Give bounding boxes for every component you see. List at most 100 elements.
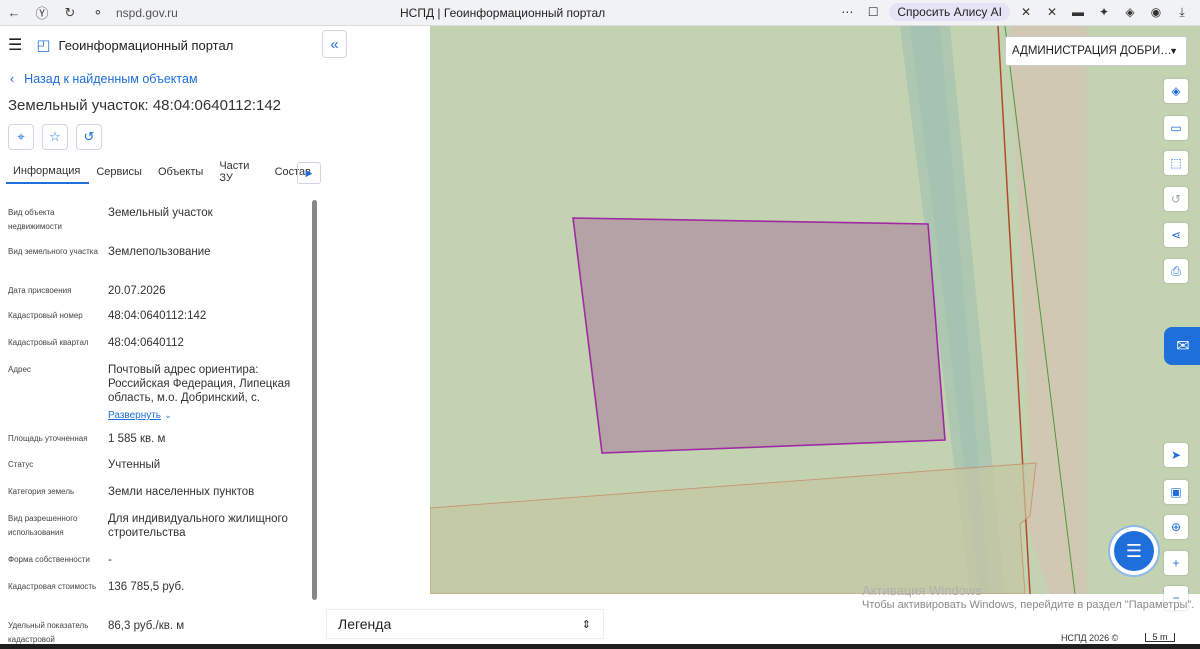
map-footer: НСПД 2026 © xyxy=(1061,633,1119,643)
puzzle-icon[interactable]: ✦ xyxy=(1094,5,1114,19)
select-area-button[interactable]: ⬚ xyxy=(1164,151,1188,175)
feedback-button[interactable]: ✉ xyxy=(1164,327,1200,365)
chat-button[interactable]: ☰ xyxy=(1114,531,1154,571)
property-value: 48:04:0640112:142 xyxy=(108,310,207,322)
property-label: Адрес xyxy=(8,365,31,374)
property-label: Удельный показатель кадастровой xyxy=(8,621,89,644)
download-icon[interactable]: ⤓ xyxy=(1172,5,1192,20)
property-value: Землепользование xyxy=(108,246,211,258)
menu-icon[interactable]: ☰ xyxy=(8,35,22,55)
tabs-next-button[interactable]: ▶ xyxy=(297,162,321,184)
property-value: Земли населенных пунктов xyxy=(108,486,255,498)
property-value: 1 585 кв. м xyxy=(108,433,166,445)
app-header: ☰ ◰ Геоинформационный портал xyxy=(0,26,320,64)
property-label: Кадастровый квартал xyxy=(8,338,89,347)
extension-icon[interactable]: ✕ xyxy=(1016,5,1036,19)
message-icon: ✉ xyxy=(1176,338,1190,355)
alice-button[interactable]: Спросить Алису AI xyxy=(889,3,1010,21)
property-label: Категория земель xyxy=(8,487,75,496)
print-button[interactable]: ⎙ xyxy=(1164,259,1188,283)
object-title: Земельный участок: 48:04:0640112:142 xyxy=(8,97,282,114)
tab-objects[interactable]: Объекты xyxy=(151,160,212,184)
history-icon: ↺ xyxy=(1170,192,1182,206)
favorite-button[interactable]: ☆ xyxy=(42,124,68,150)
navigation-arrow-icon: ➤ xyxy=(1170,448,1182,462)
property-value: 86,3 руб./кв. м xyxy=(108,620,185,632)
property-value: 136 785,5 руб. xyxy=(108,581,185,593)
selected-parcel xyxy=(572,217,946,454)
history-map-button[interactable]: ↺ xyxy=(1164,187,1188,211)
bookmark-icon[interactable]: ☐ xyxy=(863,5,883,19)
lower-parcel xyxy=(430,462,1037,594)
locate-button[interactable]: ➤ xyxy=(1164,443,1188,467)
chevron-right-icon: ▶ xyxy=(305,167,313,178)
property-label: Вид земельного участка xyxy=(8,247,98,256)
property-value: Для индивидуального жилищного строительс… xyxy=(108,513,288,539)
back-arrow-icon[interactable]: ← xyxy=(0,5,28,20)
admin-select[interactable]: АДМИНИСТРАЦИЯ ДОБРИ… ▼ xyxy=(1005,36,1187,66)
property-label: Вид разрешенного использования xyxy=(8,514,78,537)
map-canvas[interactable] xyxy=(430,26,1200,594)
property-label: Статус xyxy=(8,460,34,469)
property-label: Вид объекта недвижимости xyxy=(8,208,62,231)
reload-icon[interactable]: ↻ xyxy=(56,5,84,21)
chevron-down-icon: ⌄ xyxy=(164,410,172,420)
star-icon: ☆ xyxy=(49,129,61,144)
back-link[interactable]: ‹ Назад к найденным объектам xyxy=(10,72,320,86)
object-tabs: Информация Сервисы Объекты Части ЗУ Сост… xyxy=(6,160,321,184)
basemap-button[interactable]: ▣ xyxy=(1164,480,1188,504)
chat-icon: ☰ xyxy=(1125,540,1143,561)
select-icon: ⬚ xyxy=(1170,156,1182,170)
admin-select-value: АДМИНИСТРАЦИЯ ДОБРИ… xyxy=(1012,45,1172,57)
portal-logo-icon: ◰ xyxy=(36,37,51,54)
url-bar[interactable]: nspd.gov.ru xyxy=(116,6,416,20)
legend-label: Легенда xyxy=(338,616,392,632)
more-icon[interactable]: ⋯ xyxy=(837,5,857,19)
extension-icon[interactable]: ◉ xyxy=(1146,5,1166,19)
layers-button[interactable]: ◈ xyxy=(1164,79,1188,103)
extension-icon[interactable]: ✕ xyxy=(1042,5,1062,19)
tab-services[interactable]: Сервисы xyxy=(89,160,151,184)
zoom-in-button[interactable]: + xyxy=(1164,551,1188,575)
tab-information[interactable]: Информация xyxy=(6,160,90,184)
find-on-map-button[interactable]: ⌖ xyxy=(8,124,34,150)
double-chevron-left-icon: « xyxy=(330,35,339,53)
windows-activation-text: Чтобы активировать Windows, перейдите в … xyxy=(862,599,1195,611)
property-value: - xyxy=(108,554,112,566)
printer-icon: ⎙ xyxy=(1171,263,1181,278)
property-label: Кадастровый номер xyxy=(8,311,83,320)
extension-icon[interactable]: ▬ xyxy=(1068,5,1088,19)
browser-tab-title: НСПД | Геоинформационный портал xyxy=(400,6,606,20)
back-link-label: Назад к найденным объектам xyxy=(24,72,198,86)
legend-panel[interactable]: Легенда ⇕ xyxy=(326,609,604,639)
history-icon: ↺ xyxy=(83,129,95,144)
expand-link[interactable]: Развернуть xyxy=(108,410,161,421)
property-value: Земельный участок xyxy=(108,207,213,219)
measure-button[interactable]: ▭ xyxy=(1164,116,1188,140)
sidebar-scrollbar[interactable] xyxy=(312,200,317,600)
collapse-sidebar-button[interactable]: « xyxy=(322,30,347,58)
basemap-icon: ▣ xyxy=(1170,485,1182,499)
map-search-button[interactable]: ⊕ xyxy=(1164,515,1188,539)
expand-collapse-icon: ⇕ xyxy=(581,618,591,631)
property-label: Дата присвоения xyxy=(8,286,72,295)
property-label: Форма собственности xyxy=(8,555,90,564)
history-button[interactable]: ↺ xyxy=(76,124,102,150)
tab-parts[interactable]: Части ЗУ xyxy=(212,160,267,184)
browser-right-tools: ⋯ ☐ Спросить Алису AI ✕ ✕ ▬ ✦ ◈ ◉ ⤓ xyxy=(837,3,1192,21)
extension-icon[interactable]: ◈ xyxy=(1120,5,1140,19)
ruler-icon: ▭ xyxy=(1170,121,1182,135)
property-value: Почтовый адрес ориентира: Российская Фед… xyxy=(108,364,291,404)
lock-icon: ⚬ xyxy=(92,4,104,20)
search-icon: ⊕ xyxy=(1170,520,1182,534)
taskbar xyxy=(0,644,1200,649)
property-value: Учтенный xyxy=(108,459,161,471)
app-title: Геоинформационный портал xyxy=(58,37,234,53)
map-layers xyxy=(430,26,1087,594)
yandex-icon[interactable]: Ⓨ xyxy=(28,3,56,22)
share-button[interactable]: ⋖ xyxy=(1164,223,1188,247)
scale-bar: 5 m xyxy=(1145,633,1175,642)
object-actions: ⌖ ☆ ↺ xyxy=(8,124,320,150)
map-search-icon: ⌖ xyxy=(17,129,25,144)
dropdown-caret-icon: ▼ xyxy=(1169,46,1178,56)
